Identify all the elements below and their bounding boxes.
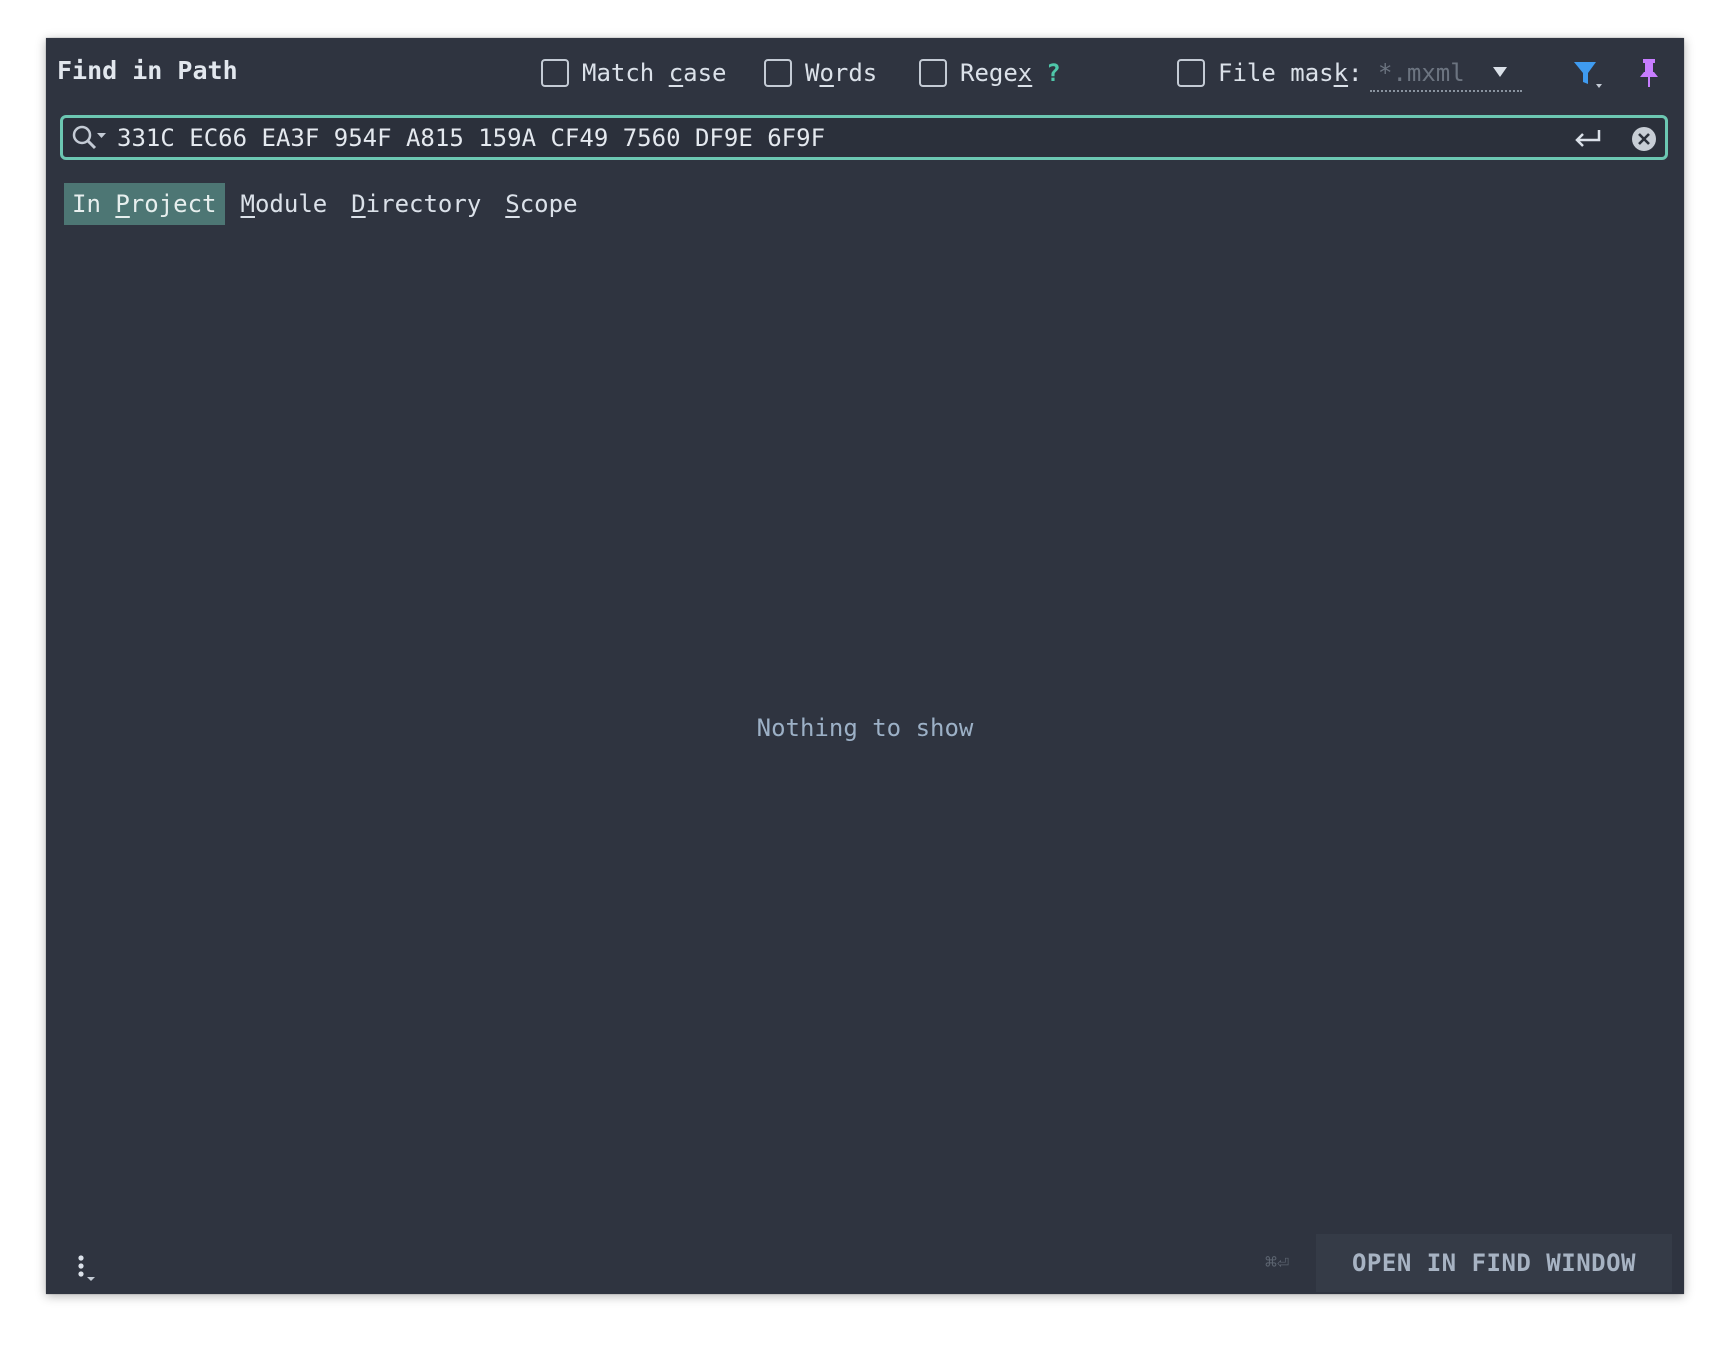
tab-scope[interactable]: Scope (497, 183, 585, 225)
words-option[interactable]: Words (764, 56, 877, 90)
find-in-path-popup: Find in Path Match case Words Regex ? Fi… (46, 38, 1684, 1294)
regex-label: Regex (960, 59, 1033, 87)
file-mask-option[interactable]: File mask: (1177, 56, 1363, 90)
search-icon[interactable] (71, 124, 109, 152)
words-checkbox[interactable] (764, 59, 792, 87)
empty-results-message: Nothing to show (756, 714, 974, 742)
scope-tabs: In Project Module Directory Scope (64, 183, 594, 225)
enter-icon[interactable] (1573, 126, 1603, 150)
more-options-icon[interactable] (76, 1254, 100, 1284)
tab-directory[interactable]: Directory (343, 183, 489, 225)
regex-option[interactable]: Regex ? (919, 56, 1061, 90)
regex-checkbox[interactable] (919, 59, 947, 87)
popup-title: Find in Path (57, 56, 238, 85)
filter-icon[interactable] (1572, 60, 1604, 90)
words-label: Words (805, 59, 878, 87)
file-mask-label: File mask: (1218, 59, 1363, 87)
search-query-text[interactable]: 331C EC66 EA3F 954F A815 159A CF49 7560 … (117, 124, 825, 152)
match-case-label: Match case (582, 59, 727, 87)
open-shortcut-hint: ⌘⏎ (1265, 1250, 1290, 1274)
pin-icon[interactable] (1638, 58, 1660, 88)
tab-module[interactable]: Module (233, 183, 336, 225)
tab-in-project[interactable]: In Project (64, 183, 225, 225)
match-case-checkbox[interactable] (541, 59, 569, 87)
file-mask-checkbox[interactable] (1177, 59, 1205, 87)
search-field[interactable]: 331C EC66 EA3F 954F A815 159A CF49 7560 … (60, 115, 1668, 160)
clear-icon[interactable] (1631, 126, 1657, 152)
chevron-down-icon[interactable] (1492, 66, 1508, 78)
open-in-find-window-button[interactable]: OPEN IN FIND WINDOW (1316, 1234, 1672, 1292)
regex-help-icon[interactable]: ? (1046, 59, 1060, 87)
match-case-option[interactable]: Match case (541, 56, 727, 90)
